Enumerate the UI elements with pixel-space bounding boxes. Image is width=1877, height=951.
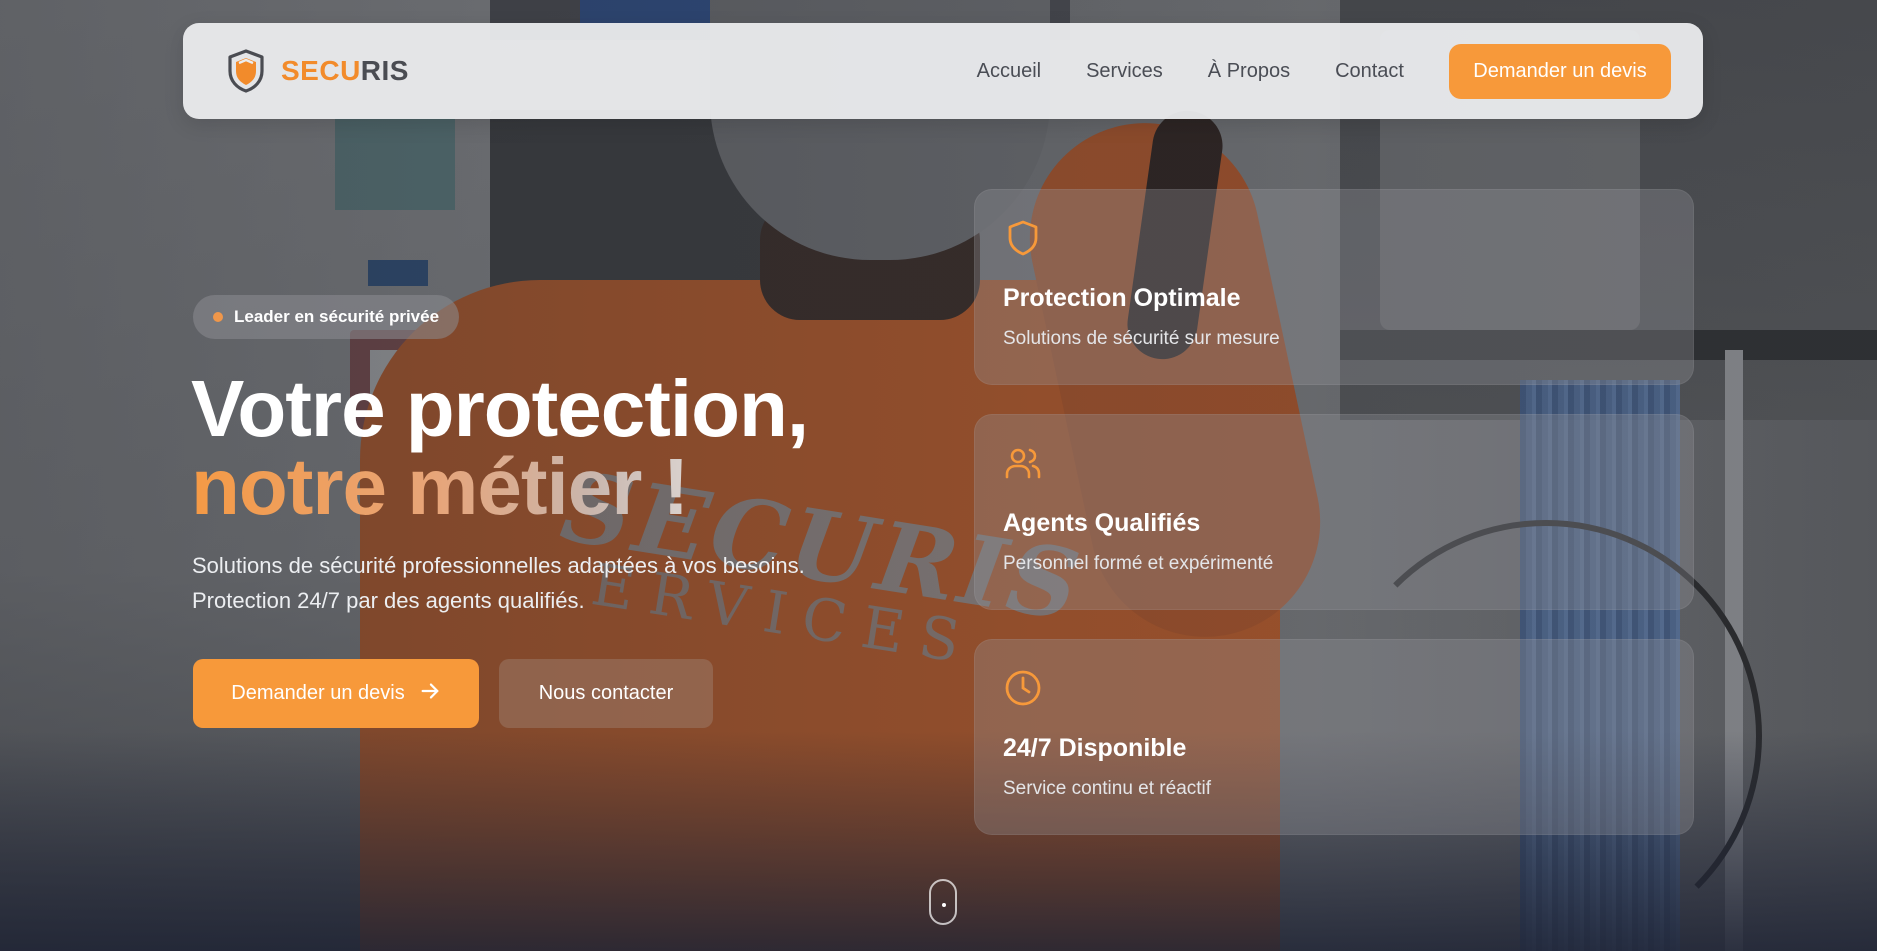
feature-card-availability: 24/7 Disponible Service continu et réact…: [974, 639, 1694, 835]
brand-name: SECURIS: [281, 55, 409, 87]
hero-quote-button[interactable]: Demander un devis: [193, 659, 479, 728]
feature-card-protection: Protection Optimale Solutions de sécurit…: [974, 189, 1694, 385]
hero-quote-button-label: Demander un devis: [231, 682, 405, 704]
navbar: SECURIS Accueil Services À Propos Contac…: [183, 23, 1703, 119]
hero-title-line1: Votre protection,: [191, 364, 809, 453]
nav-links: Accueil Services À Propos Contact Demand…: [977, 44, 1671, 99]
feature-card-agents: Agents Qualifiés Personnel formé et expé…: [974, 414, 1694, 610]
hero-title: Votre protection, notre métier !: [191, 369, 809, 527]
feature-title: Protection Optimale: [1003, 284, 1241, 312]
nav-link-accueil[interactable]: Accueil: [977, 60, 1041, 83]
nav-link-services[interactable]: Services: [1086, 60, 1163, 83]
brand-name-part2: RIS: [360, 55, 409, 86]
brand-logo[interactable]: SECURIS: [227, 49, 409, 93]
feature-title: 24/7 Disponible: [1003, 734, 1187, 762]
users-icon: [1003, 443, 1043, 483]
feature-description: Personnel formé et expérimenté: [1003, 553, 1274, 574]
nav-link-a-propos[interactable]: À Propos: [1208, 60, 1290, 83]
hero-badge: Leader en sécurité privée: [193, 295, 460, 339]
shield-logo-icon: [227, 49, 265, 93]
feature-title: Agents Qualifiés: [1003, 509, 1201, 537]
shield-icon: [1003, 218, 1043, 258]
hero-subtitle: Solutions de sécurité professionnelles a…: [192, 553, 805, 613]
brand-name-part1: SECU: [281, 55, 361, 86]
arrow-right-icon: [419, 680, 441, 708]
scroll-dot-icon: [942, 903, 946, 907]
scroll-down-indicator[interactable]: [929, 879, 957, 925]
hero-contact-button[interactable]: Nous contacter: [499, 659, 713, 728]
nav-quote-button[interactable]: Demander un devis: [1449, 44, 1671, 99]
badge-dot-icon: [213, 312, 223, 322]
hero-badge-label: Leader en sécurité privée: [234, 307, 440, 326]
clock-icon: [1003, 668, 1043, 708]
feature-description: Solutions de sécurité sur mesure: [1003, 328, 1280, 349]
feature-description: Service continu et réactif: [1003, 778, 1212, 799]
hero-title-line2: notre métier !: [191, 447, 808, 527]
nav-link-contact[interactable]: Contact: [1335, 60, 1404, 83]
